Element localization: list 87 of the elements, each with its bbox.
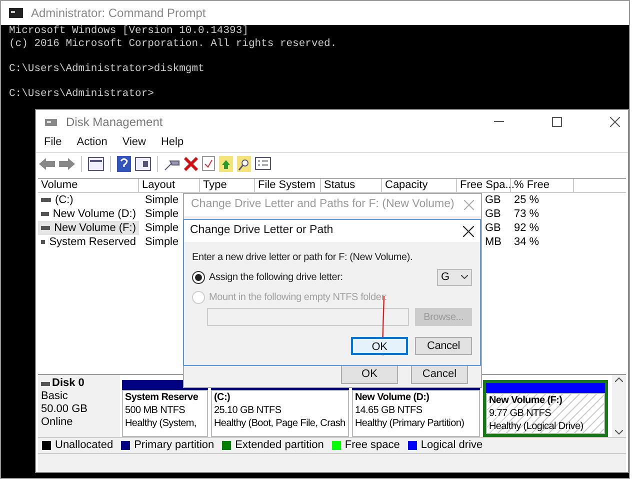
- window-title: Administrator: Command Prompt: [31, 5, 206, 22]
- table-cell-text: 92 %: [513, 221, 540, 235]
- partition-size: 500 MB NTFS: [125, 404, 186, 417]
- drive-letter-dropdown[interactable]: G: [437, 268, 472, 286]
- disk-size: 50.00 GB: [41, 403, 88, 416]
- column-header[interactable]: Free Spa...: [457, 179, 511, 192]
- disk-status: Online: [41, 416, 74, 429]
- table-cell-text: Simple: [144, 235, 180, 249]
- drive-icon: [41, 382, 50, 386]
- option-label: Assign the following drive letter:: [209, 270, 343, 284]
- menu-item[interactable]: Action: [76, 134, 108, 151]
- console-icon: [9, 8, 23, 18]
- partition-name: System Reserve: [125, 391, 200, 404]
- legend-label: Extended partition: [235, 438, 324, 454]
- column-header[interactable]: File System: [255, 179, 321, 192]
- window-title: Disk Management: [66, 114, 164, 130]
- drive-icon: [41, 212, 49, 216]
- dialog-button[interactable]: OK: [341, 364, 398, 384]
- menu-item[interactable]: Help: [160, 134, 184, 151]
- legend-label: Primary partition: [134, 438, 214, 454]
- delete-icon[interactable]: [184, 156, 198, 170]
- help-icon[interactable]: [117, 156, 131, 172]
- dialog-title: Change Drive Letter or Path: [190, 223, 334, 238]
- table-cell[interactable]: System Reserved: [38, 235, 139, 249]
- column-header[interactable]: Volume: [38, 179, 139, 192]
- table-cell-text: Simple: [144, 207, 180, 221]
- table-cell-text: MB: [485, 235, 502, 249]
- panel-icon[interactable]: [135, 156, 151, 170]
- column-header[interactable]: Capacity: [382, 179, 457, 192]
- panel-icon[interactable]: [88, 156, 104, 170]
- table-cell[interactable]: (C:): [38, 193, 139, 207]
- partition-status: Healthy (System,: [125, 417, 198, 430]
- legend-label: Logical drive: [420, 438, 483, 454]
- table-cell-text: GB: [485, 221, 502, 235]
- column-header[interactable]: Layout: [139, 179, 200, 192]
- partition-name: (C:): [214, 391, 232, 404]
- column-header[interactable]: % Free: [511, 179, 574, 192]
- scrollbar[interactable]: [612, 375, 626, 437]
- dialog-button[interactable]: Cancel: [415, 337, 472, 355]
- table-cell-text: 25 %: [513, 193, 540, 207]
- partition-status: Healthy (Boot, Page File, Crash: [214, 417, 346, 430]
- checklist-icon[interactable]: [202, 156, 215, 171]
- up-chevron-icon[interactable]: [615, 377, 623, 382]
- partition-block[interactable]: New Volume (F:) 9.77 GB NTFS Healthy (Logical Drive): [483, 380, 608, 437]
- table-cell-text: GB: [485, 193, 502, 207]
- partition-size: 9.77 GB NTFS: [489, 407, 552, 420]
- partition-size: 25.10 GB NTFS: [214, 404, 282, 417]
- list-icon[interactable]: [255, 157, 271, 170]
- forward-arrow-icon[interactable]: [59, 158, 75, 170]
- table-cell-text: GB: [485, 207, 502, 221]
- partition-name: New Volume (D:): [355, 391, 430, 404]
- maximize-icon[interactable]: [552, 116, 562, 126]
- table-cell[interactable]: New Volume (D:): [38, 207, 139, 221]
- console-line: Microsoft Windows [Version 10.0.14393]: [9, 25, 250, 38]
- down-chevron-icon[interactable]: [615, 430, 623, 435]
- dialog-button[interactable]: Cancel: [411, 364, 468, 384]
- table-cell[interactable]: New Volume (F:): [38, 221, 139, 235]
- partition-status: Healthy (Logical Drive): [489, 420, 584, 433]
- partition-size: 14.65 GB NTFS: [355, 404, 424, 417]
- chevron-down-icon: [461, 275, 468, 279]
- table-cell-text: 73 %: [513, 207, 540, 221]
- close-icon[interactable]: [610, 116, 620, 126]
- console-line: (c) 2016 Microsoft Corporation. All rights reserved.: [9, 38, 338, 50]
- search-icon[interactable]: [237, 156, 251, 172]
- radio-button[interactable]: [192, 270, 205, 284]
- console-line: C:\Users\Administrator>: [9, 88, 155, 100]
- table-cell-text: 34 %: [513, 235, 540, 249]
- column-header[interactable]: Status: [321, 179, 382, 192]
- folder-up-icon[interactable]: [219, 156, 233, 172]
- legend-label: Free space: [344, 438, 400, 454]
- dialog-prompt: Enter a new drive letter or path for F: (New Volume).: [192, 251, 414, 265]
- console-line: C:\Users\Administrator>diskmgmt: [9, 62, 206, 75]
- dialog-button[interactable]: OK: [351, 337, 408, 355]
- back-arrow-icon[interactable]: [39, 158, 55, 170]
- disk-name: Disk 0: [52, 377, 84, 390]
- disk-type: Basic: [41, 390, 69, 403]
- menu-item[interactable]: View: [122, 134, 146, 151]
- option-label: Mount in the following empty NTFS folder:: [209, 290, 387, 304]
- dialog-title: Change Drive Letter and Paths for F: (New Volume): [191, 197, 456, 212]
- partition-status: Healthy (Primary Partition): [355, 417, 466, 430]
- drive-icon: [41, 240, 46, 244]
- partition-name: New Volume (F:): [489, 394, 564, 407]
- close-icon[interactable]: [463, 226, 474, 236]
- menu-item[interactable]: File: [44, 134, 62, 151]
- column-header[interactable]: Type: [200, 179, 255, 192]
- legend-label: Unallocated: [55, 438, 114, 454]
- drive-icon: [41, 226, 50, 230]
